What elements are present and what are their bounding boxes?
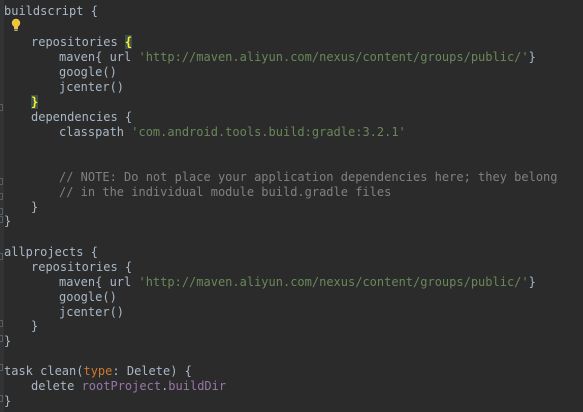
fold-marker[interactable] [0,216,3,223]
code-line: task clean(type: Delete) { [4,364,192,378]
code-line: google() [59,65,117,79]
fold-marker[interactable] [0,253,3,260]
fold-marker[interactable] [0,178,3,185]
code-line: } [31,319,39,333]
fold-marker[interactable] [0,320,3,327]
code-line: jcenter() [59,80,125,94]
code-line: } [4,214,12,228]
fold-marker[interactable] [0,335,3,342]
fold-marker[interactable] [0,208,3,215]
editor-gutter [0,0,4,412]
code-line: google() [59,290,117,304]
code-line: repositories { [31,35,133,49]
code-line: repositories { [31,260,133,274]
matched-brace: { [124,35,133,49]
code-line: } [31,200,39,214]
code-line: // NOTE: Do not place your application d… [59,170,558,184]
fold-marker[interactable] [0,395,3,402]
code-line: } [31,95,39,110]
code-line: classpath 'com.android.tools.build:gradl… [59,125,406,139]
code-line: // in the individual module build.gradle… [59,185,392,199]
code-line: maven{ url 'http://maven.aliyun.com/nexu… [59,50,536,64]
code-line: buildscript { [4,4,98,18]
code-line: delete rootProject.buildDir [31,379,227,393]
matched-brace: } [31,95,39,109]
fold-marker[interactable] [0,193,3,200]
code-line: maven{ url 'http://maven.aliyun.com/nexu… [59,275,536,289]
code-line: allprojects { [4,245,98,259]
code-line: jcenter() [59,305,125,319]
lightbulb-icon[interactable] [11,18,21,32]
code-editor[interactable]: buildscript { repositories { maven{ url … [0,0,583,412]
code-line: } [4,394,12,408]
code-line: } [4,334,12,348]
code-line: dependencies { [31,110,133,124]
fold-marker[interactable] [0,104,3,111]
fold-marker[interactable] [0,364,3,371]
